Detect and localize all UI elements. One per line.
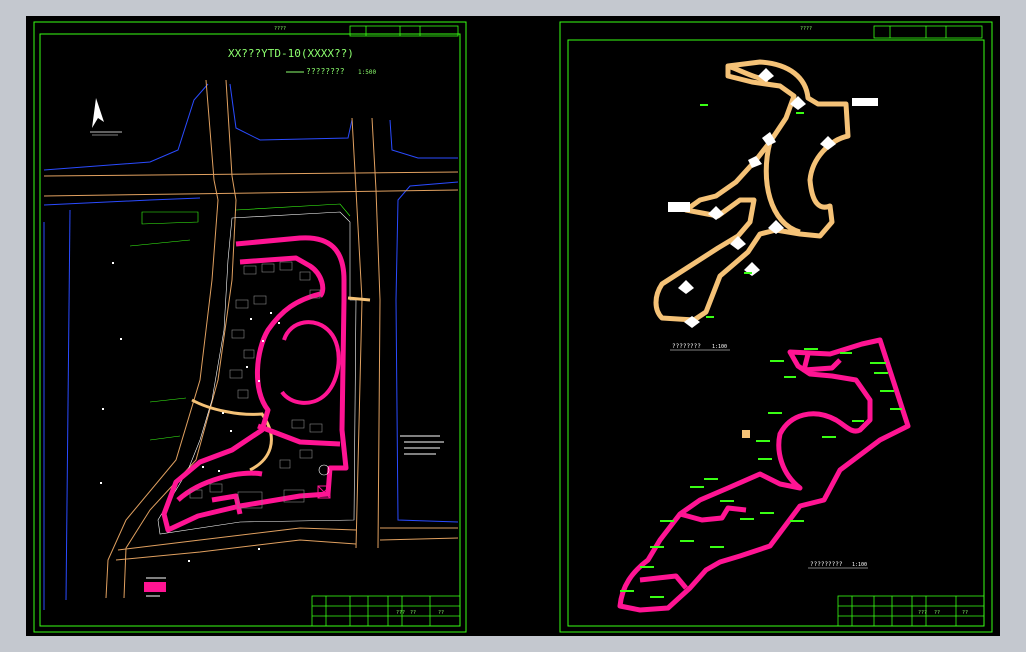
upper-plan-label: ???????? (672, 343, 701, 350)
lower-plan-label: ????????? (810, 561, 843, 568)
upper-plan-scale: 1:100 (712, 344, 727, 350)
fire-lane-plan-lower (617, 337, 911, 613)
sheet-right-header-code: ???? (800, 26, 812, 32)
cad-window: ???? XX???YTD-10(XXXX??) ???????? 1:500 (0, 0, 1026, 652)
sheet-left-inner-border (39, 33, 461, 627)
tb-left-row3: ?? (438, 610, 444, 616)
legend-swatch (144, 577, 166, 597)
sheet-right-header-box (873, 25, 983, 39)
tb-right-row2: ?? (934, 610, 940, 616)
marker-square (742, 430, 750, 438)
sheet-left-subtitle: ???????? (306, 67, 345, 76)
sheet-left-title: XX???YTD-10(XXXX??) (228, 47, 354, 60)
fire-lane-arc (280, 320, 341, 405)
tb-left-row2: ?? (410, 610, 416, 616)
sheet-left-scale: 1:500 (358, 69, 376, 76)
sheet-left-header-code: ???? (274, 26, 286, 32)
tb-right-row3: ?? (962, 610, 968, 616)
sheet-left: ???? XX???YTD-10(XXXX??) ???????? 1:500 (33, 21, 467, 633)
legend-notes (400, 435, 444, 455)
green-annotations (620, 104, 902, 598)
tb-left-row1: ??? (396, 610, 405, 616)
tb-right-row1: ??? (918, 610, 927, 616)
drawing-layer: ???? XX???YTD-10(XXXX??) ???????? 1:500 (33, 21, 993, 633)
lower-plan-scale: 1:100 (852, 562, 867, 568)
sheet-right: ???? ???????? 1:100 ????????? 1:100 ??? … (559, 21, 993, 633)
site-boundary-lines (43, 83, 459, 610)
north-arrow-icon (90, 98, 122, 136)
